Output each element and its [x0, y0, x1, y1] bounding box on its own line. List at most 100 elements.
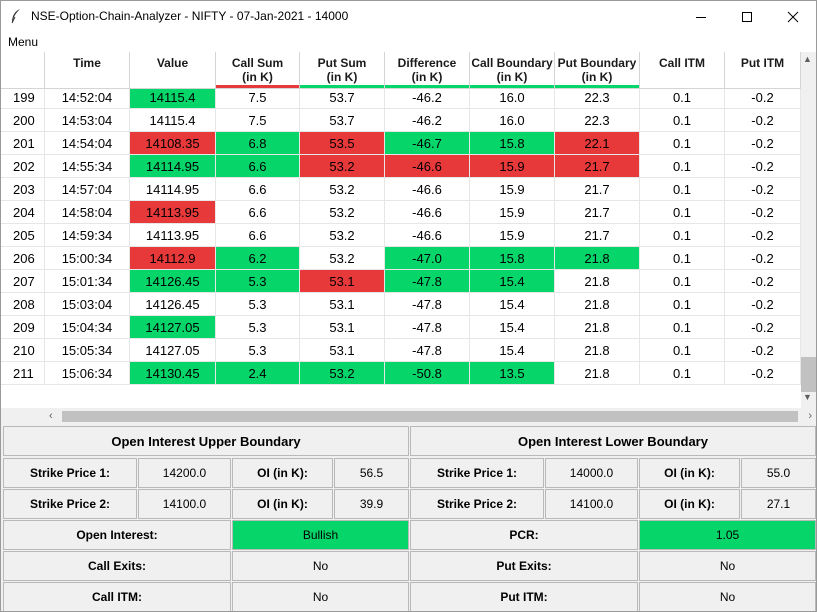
cell-put-itm: -0.2 [725, 178, 801, 201]
app-window: NSE-Option-Chain-Analyzer - NIFTY - 07-J… [0, 0, 817, 612]
cell-time: 15:00:34 [45, 247, 130, 270]
cell-time: 15:06:34 [45, 362, 130, 385]
column-header-call-boundary[interactable]: Call Boundary (in K) [470, 52, 555, 89]
cell-value: 14115.4 [130, 109, 216, 132]
cell-value: 14130.45 [130, 362, 216, 385]
cell-put-sum: 53.7 [300, 109, 385, 132]
minimize-button[interactable] [678, 1, 724, 32]
table-row[interactable]: 199 14:52:04 14115.4 7.5 53.7 -46.2 16.0 22.3 0.… [1, 89, 801, 109]
column-header-label: Call ITM [658, 56, 705, 70]
close-icon [787, 11, 799, 22]
horizontal-scrollbar[interactable]: ‹ › [45, 409, 816, 424]
table-row[interactable]: 210 15:05:34 14127.05 5.3 53.1 -47.8 15.4 21.8 0… [1, 339, 801, 362]
cell-put-itm: -0.2 [725, 270, 801, 293]
scroll-left-icon[interactable]: ‹ [49, 409, 53, 424]
scroll-down-icon[interactable]: ▼ [803, 392, 812, 402]
cell-put-sum: 53.5 [300, 132, 385, 155]
cell-put-itm: -0.2 [725, 224, 801, 247]
cell-put-itm: -0.2 [725, 339, 801, 362]
column-change-indicator [300, 85, 384, 88]
cell-index: 208 [1, 293, 45, 316]
call-itm-value: No [232, 582, 409, 611]
cell-put-boundary: 21.8 [555, 293, 640, 316]
cell-put-itm: -0.2 [725, 132, 801, 155]
table-row[interactable]: 207 15:01:34 14126.45 5.3 53.1 -47.8 15.4 21.8 0… [1, 270, 801, 293]
cell-put-sum: 53.1 [300, 339, 385, 362]
cell-put-itm: -0.2 [725, 316, 801, 339]
cell-difference: -47.8 [385, 270, 470, 293]
cell-call-itm: 0.1 [640, 293, 725, 316]
lower-oi2-value: 27.1 [741, 489, 816, 519]
cell-call-sum: 7.5 [216, 89, 300, 109]
menu-button[interactable]: Menu [8, 35, 38, 49]
column-header-put-sum[interactable]: Put Sum (in K) [300, 52, 385, 89]
column-header-call-itm[interactable]: Call ITM [640, 52, 725, 89]
cell-difference: -46.6 [385, 224, 470, 247]
lower-strike1-value: 14000.0 [545, 458, 638, 488]
column-header-label: Put ITM [740, 56, 785, 70]
cell-call-itm: 0.1 [640, 178, 725, 201]
cell-put-boundary: 21.7 [555, 201, 640, 224]
cell-call-boundary: 15.9 [470, 224, 555, 247]
cell-put-sum: 53.2 [300, 362, 385, 385]
upper-oi1-label: OI (in K): [232, 458, 333, 488]
cell-call-boundary: 15.4 [470, 293, 555, 316]
cell-call-itm: 0.1 [640, 201, 725, 224]
cell-index: 209 [1, 316, 45, 339]
column-header-index[interactable] [1, 52, 45, 89]
column-header-time[interactable]: Time [45, 52, 130, 89]
cell-put-boundary: 21.7 [555, 155, 640, 178]
lower-boundary-title: Open Interest Lower Boundary [410, 426, 816, 456]
scroll-right-icon[interactable]: › [808, 409, 812, 424]
cell-time: 15:01:34 [45, 270, 130, 293]
upper-oi2-value: 39.9 [334, 489, 409, 519]
cell-put-sum: 53.1 [300, 293, 385, 316]
horizontal-scroll-thumb[interactable] [62, 411, 798, 422]
cell-time: 14:54:04 [45, 132, 130, 155]
title-bar[interactable]: NSE-Option-Chain-Analyzer - NIFTY - 07-J… [1, 1, 816, 32]
table-row[interactable]: 211 15:06:34 14130.45 2.4 53.2 -50.8 13.5 21.8 0… [1, 362, 801, 385]
table-row[interactable]: 201 14:54:04 14108.35 6.8 53.5 -46.7 15.8 22.1 0… [1, 132, 801, 155]
cell-call-boundary: 16.0 [470, 89, 555, 109]
column-header-difference[interactable]: Difference (in K) [385, 52, 470, 89]
cell-put-boundary: 21.7 [555, 224, 640, 247]
cell-difference: -46.6 [385, 155, 470, 178]
cell-time: 14:57:04 [45, 178, 130, 201]
column-header-label: Value [156, 56, 189, 70]
table-row[interactable]: 200 14:53:04 14115.4 7.5 53.7 -46.2 16.0 22.3 0.… [1, 109, 801, 132]
vertical-scrollbar[interactable]: ▲ ▼ [801, 52, 816, 408]
table-row[interactable]: 202 14:55:34 14114.95 6.6 53.2 -46.6 15.9 21.7 0… [1, 155, 801, 178]
close-button[interactable] [770, 1, 816, 32]
maximize-button[interactable] [724, 1, 770, 32]
table-row[interactable]: 208 15:03:04 14126.45 5.3 53.1 -47.8 15.4 21.8 0… [1, 293, 801, 316]
cell-value: 14114.95 [130, 155, 216, 178]
table-row[interactable]: 203 14:57:04 14114.95 6.6 53.2 -46.6 15.9 21.7 0… [1, 178, 801, 201]
cell-value: 14127.05 [130, 316, 216, 339]
table-row[interactable]: 204 14:58:04 14113.95 6.6 53.2 -46.6 15.9 21.7 0… [1, 201, 801, 224]
column-header-value[interactable]: Value [130, 52, 216, 89]
cell-put-boundary: 21.8 [555, 247, 640, 270]
column-header-label: Difference [397, 56, 457, 70]
table-row[interactable]: 209 15:04:34 14127.05 5.3 53.1 -47.8 15.4 21.8 0… [1, 316, 801, 339]
cell-put-sum: 53.2 [300, 247, 385, 270]
column-header-call-sum[interactable]: Call Sum (in K) [216, 52, 300, 89]
cell-index: 203 [1, 178, 45, 201]
lower-oi2-label: OI (in K): [639, 489, 740, 519]
column-change-indicator [385, 85, 469, 88]
column-header-put-boundary[interactable]: Put Boundary (in K) [555, 52, 640, 89]
vertical-scroll-thumb[interactable] [801, 357, 816, 392]
cell-difference: -47.8 [385, 293, 470, 316]
column-header-label: Put Boundary [557, 56, 637, 70]
put-itm-label: Put ITM: [410, 582, 638, 611]
cell-difference: -50.8 [385, 362, 470, 385]
table-row[interactable]: 205 14:59:34 14113.95 6.6 53.2 -46.6 15.9 21.7 0… [1, 224, 801, 247]
cell-call-sum: 6.6 [216, 155, 300, 178]
table-body[interactable]: 199 14:52:04 14115.4 7.5 53.7 -46.2 16.0 22.3 0.… [1, 89, 801, 387]
column-header-unit: (in K) [326, 70, 358, 84]
cell-difference: -46.7 [385, 132, 470, 155]
cell-call-boundary: 15.4 [470, 270, 555, 293]
table-row[interactable]: 206 15:00:34 14112.9 6.2 53.2 -47.0 15.8 21.8 0.… [1, 247, 801, 270]
scroll-up-icon[interactable]: ▲ [803, 54, 812, 64]
column-header-put-itm[interactable]: Put ITM [725, 52, 801, 89]
cell-difference: -47.8 [385, 316, 470, 339]
